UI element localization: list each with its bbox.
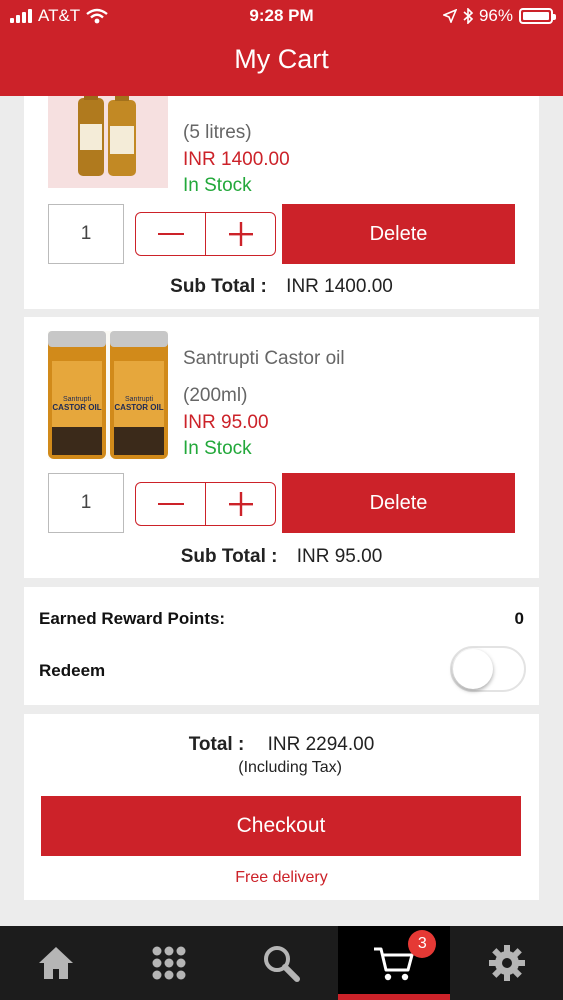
status-bar: AT&T 9:28 PM 96% [0, 0, 563, 32]
tab-bar: 3 [0, 926, 563, 1000]
increment-button[interactable] [205, 213, 275, 255]
subtotal-value: INR 1400.00 [286, 276, 393, 297]
subtotal-value: INR 95.00 [296, 546, 383, 567]
home-icon [39, 947, 74, 979]
delivery-note: Free delivery [235, 869, 328, 886]
tab-home[interactable] [0, 926, 113, 1000]
decrement-button[interactable] [136, 483, 205, 525]
product-name[interactable]: Santrupti Castor oil [183, 348, 345, 370]
rewards-card: Earned Reward Points: 0 Redeem [24, 587, 539, 705]
nav-bar: My Cart [0, 32, 563, 96]
total-label: Total : [188, 734, 245, 755]
plus-icon [228, 222, 253, 246]
product-price: INR 1400.00 [183, 149, 290, 170]
cart-item: (5 litres) INR 1400.00 In Stock 1 Delete… [24, 96, 539, 309]
redeem-label: Redeem [39, 661, 106, 680]
delete-button[interactable]: Delete [282, 204, 515, 264]
item-subtotal: Sub Total : INR 95.00 [24, 546, 539, 568]
checkout-button[interactable]: Checkout [41, 796, 521, 856]
battery-icon [519, 8, 556, 24]
earned-points-value: 0 [514, 609, 524, 628]
page-title: My Cart [234, 44, 329, 74]
quantity-stepper [135, 482, 276, 526]
jar-label-product: CASTOR OIL [52, 403, 101, 412]
product-price: INR 95.00 [183, 412, 269, 433]
stock-status: In Stock [183, 438, 252, 459]
subtotal-label: Sub Total : [180, 546, 278, 567]
tab-menu[interactable] [113, 926, 226, 1000]
order-summary: Total : INR 2294.00 (Including Tax) Chec… [24, 714, 539, 900]
grid-icon [152, 946, 186, 980]
plus-icon [228, 492, 253, 516]
tab-cart[interactable]: 3 [337, 926, 451, 1000]
jar-label-brand: Santrupti [125, 396, 153, 403]
cart-item: Santrupti CASTOR OIL Santrupti CASTOR OI… [24, 317, 539, 578]
total-value: INR 2294.00 [267, 734, 375, 755]
gear-icon [488, 945, 525, 981]
product-image[interactable] [48, 96, 168, 188]
battery-percent: 96% [478, 6, 513, 25]
product-image[interactable]: Santrupti CASTOR OIL Santrupti CASTOR OI… [48, 331, 168, 459]
product-size: (5 litres) [183, 122, 252, 143]
delete-button[interactable]: Delete [282, 473, 515, 533]
subtotal-label: Sub Total : [170, 276, 267, 297]
minus-icon [157, 233, 184, 235]
cart-badge: 3 [408, 930, 437, 958]
jar-label-brand: Santrupti [63, 396, 91, 403]
stock-status: In Stock [183, 175, 252, 196]
item-subtotal: Sub Total : INR 1400.00 [24, 276, 539, 298]
tab-settings[interactable] [450, 926, 563, 1000]
total-row: Total : INR 2294.00 [24, 734, 539, 756]
product-size: (200ml) [183, 385, 248, 406]
bluetooth-icon [463, 8, 473, 24]
tab-search[interactable] [225, 926, 338, 1000]
tax-note: (Including Tax) [238, 759, 342, 776]
redeem-toggle[interactable] [450, 646, 526, 692]
toggle-knob [453, 649, 493, 689]
quantity-field[interactable]: 1 [48, 473, 124, 533]
minus-icon [157, 503, 184, 505]
quantity-stepper [135, 212, 276, 256]
decrement-button[interactable] [136, 213, 205, 255]
quantity-field[interactable]: 1 [48, 204, 124, 264]
increment-button[interactable] [205, 483, 275, 525]
location-icon [442, 9, 457, 23]
jar-label-product: CASTOR OIL [114, 403, 163, 412]
search-icon [264, 946, 301, 982]
cart-content[interactable]: (5 litres) INR 1400.00 In Stock 1 Delete… [0, 96, 563, 926]
earned-points-label: Earned Reward Points: [39, 609, 226, 628]
